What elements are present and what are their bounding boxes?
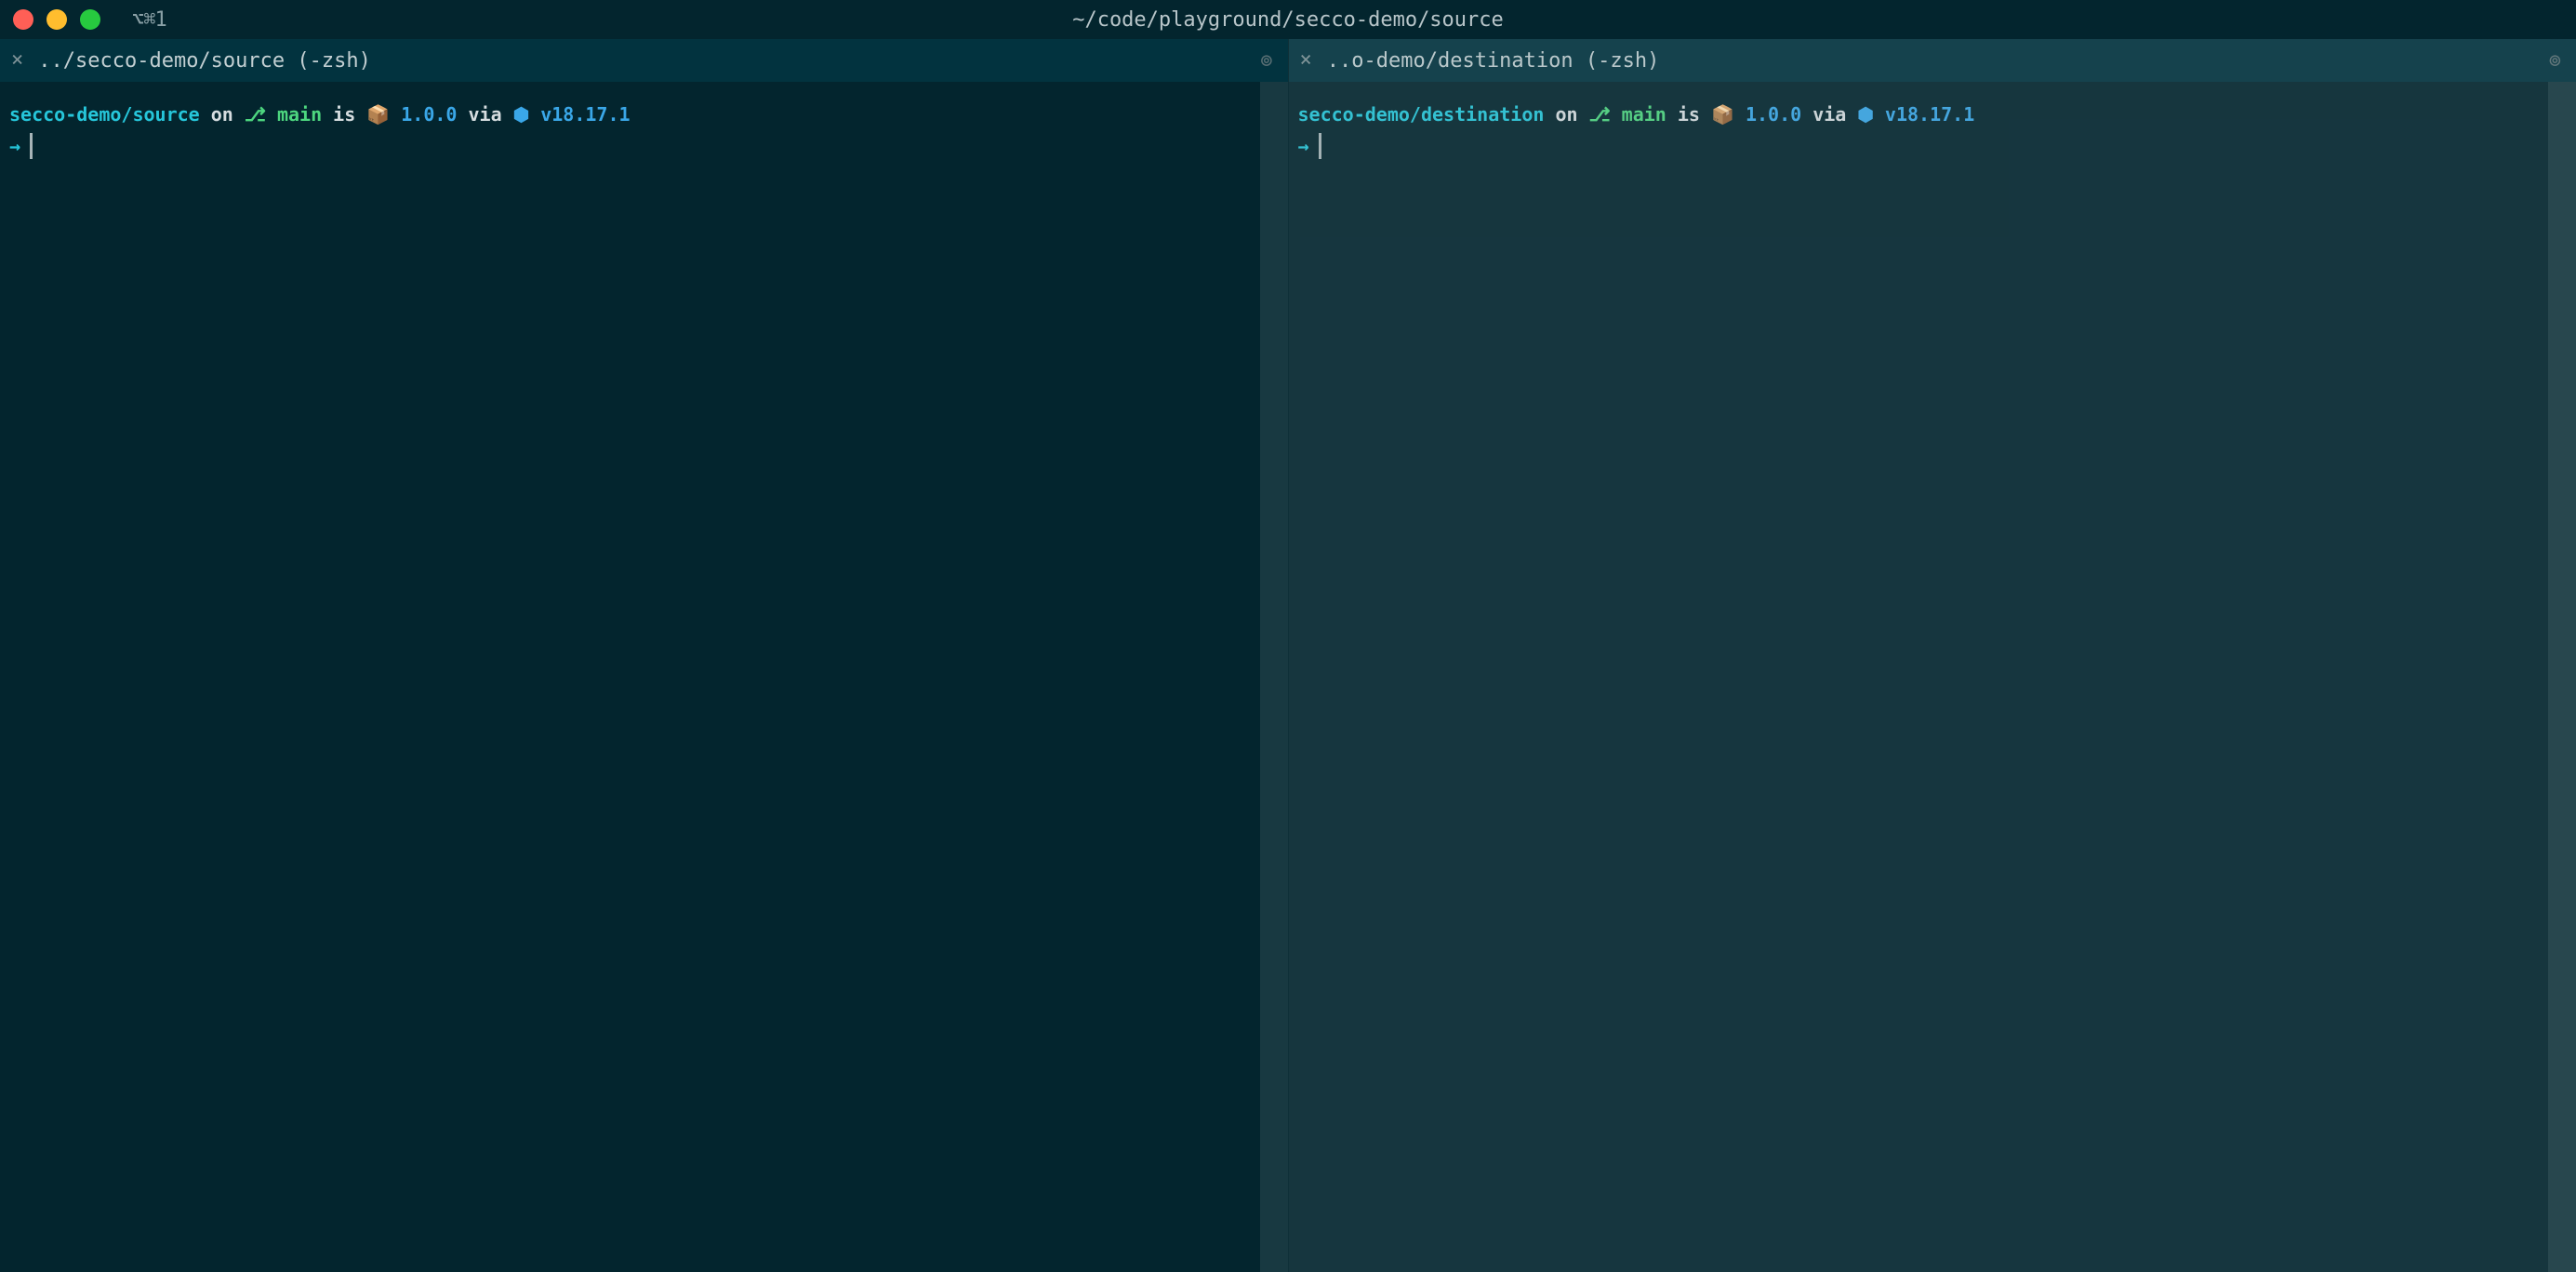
tab-menu-icon[interactable]: ⊚ bbox=[1260, 49, 1272, 73]
traffic-lights bbox=[13, 9, 100, 30]
maximize-window-button[interactable] bbox=[80, 9, 100, 30]
prompt-via: via bbox=[457, 100, 512, 128]
terminal-cursor bbox=[30, 133, 33, 159]
split-panes: × ../secco-demo/source (-zsh) ⊚ secco-de… bbox=[0, 39, 2576, 1272]
input-line[interactable]: → bbox=[1298, 132, 2568, 160]
prompt-node: v18.17.1 bbox=[529, 100, 630, 128]
prompt-arrow-icon: → bbox=[1298, 132, 1309, 160]
tab-title-left[interactable]: ../secco-demo/source (-zsh) bbox=[38, 49, 371, 73]
prompt-branch: main bbox=[266, 100, 322, 128]
prompt-path: secco-demo/source bbox=[9, 100, 200, 128]
prompt-on: on bbox=[200, 100, 245, 128]
terminal-cursor bbox=[1319, 133, 1321, 159]
terminal-pane-right[interactable]: × ..o-demo/destination (-zsh) ⊚ secco-de… bbox=[1289, 39, 2576, 1272]
tab-bar-left: × ../secco-demo/source (-zsh) ⊚ bbox=[0, 39, 1288, 82]
prompt-is: is bbox=[1666, 100, 1711, 128]
window-title: ~/code/playground/secco-demo/source bbox=[1072, 8, 1504, 32]
terminal-pane-left[interactable]: × ../secco-demo/source (-zsh) ⊚ secco-de… bbox=[0, 39, 1288, 1272]
prompt-via: via bbox=[1801, 100, 1857, 128]
prompt-on: on bbox=[1544, 100, 1588, 128]
node-hex-icon: ⬢ bbox=[513, 100, 529, 128]
prompt-line: secco-demo/source on ⎇ main is 📦 1.0.0 v… bbox=[9, 100, 1279, 128]
scrollbar-right[interactable] bbox=[2548, 82, 2576, 1272]
tab-title-right[interactable]: ..o-demo/destination (-zsh) bbox=[1327, 49, 1660, 73]
minimize-window-button[interactable] bbox=[46, 9, 67, 30]
close-tab-icon[interactable]: × bbox=[1300, 50, 1312, 71]
prompt-arrow-icon: → bbox=[9, 132, 20, 160]
close-window-button[interactable] bbox=[13, 9, 33, 30]
input-line[interactable]: → bbox=[9, 132, 1279, 160]
scrollbar-left[interactable] bbox=[1260, 82, 1288, 1272]
git-branch-icon: ⎇ bbox=[245, 100, 266, 128]
titlebar: ⌥⌘1 ~/code/playground/secco-demo/source bbox=[0, 0, 2576, 39]
prompt-path: secco-demo/destination bbox=[1298, 100, 1545, 128]
prompt-version: 1.0.0 bbox=[1734, 100, 1801, 128]
shortcut-hint: ⌥⌘1 bbox=[132, 8, 166, 32]
prompt-version: 1.0.0 bbox=[390, 100, 457, 128]
package-icon: 📦 bbox=[1711, 100, 1734, 128]
git-branch-icon: ⎇ bbox=[1589, 100, 1611, 128]
prompt-branch: main bbox=[1611, 100, 1666, 128]
tab-bar-right: × ..o-demo/destination (-zsh) ⊚ bbox=[1289, 39, 2576, 82]
tab-menu-icon[interactable]: ⊚ bbox=[2549, 49, 2561, 73]
terminal-body-left[interactable]: secco-demo/source on ⎇ main is 📦 1.0.0 v… bbox=[0, 82, 1288, 1272]
prompt-node: v18.17.1 bbox=[1874, 100, 1974, 128]
terminal-body-right[interactable]: secco-demo/destination on ⎇ main is 📦 1.… bbox=[1289, 82, 2576, 1272]
package-icon: 📦 bbox=[366, 100, 390, 128]
prompt-is: is bbox=[322, 100, 366, 128]
close-tab-icon[interactable]: × bbox=[11, 50, 23, 71]
prompt-line: secco-demo/destination on ⎇ main is 📦 1.… bbox=[1298, 100, 2568, 128]
node-hex-icon: ⬢ bbox=[1857, 100, 1873, 128]
